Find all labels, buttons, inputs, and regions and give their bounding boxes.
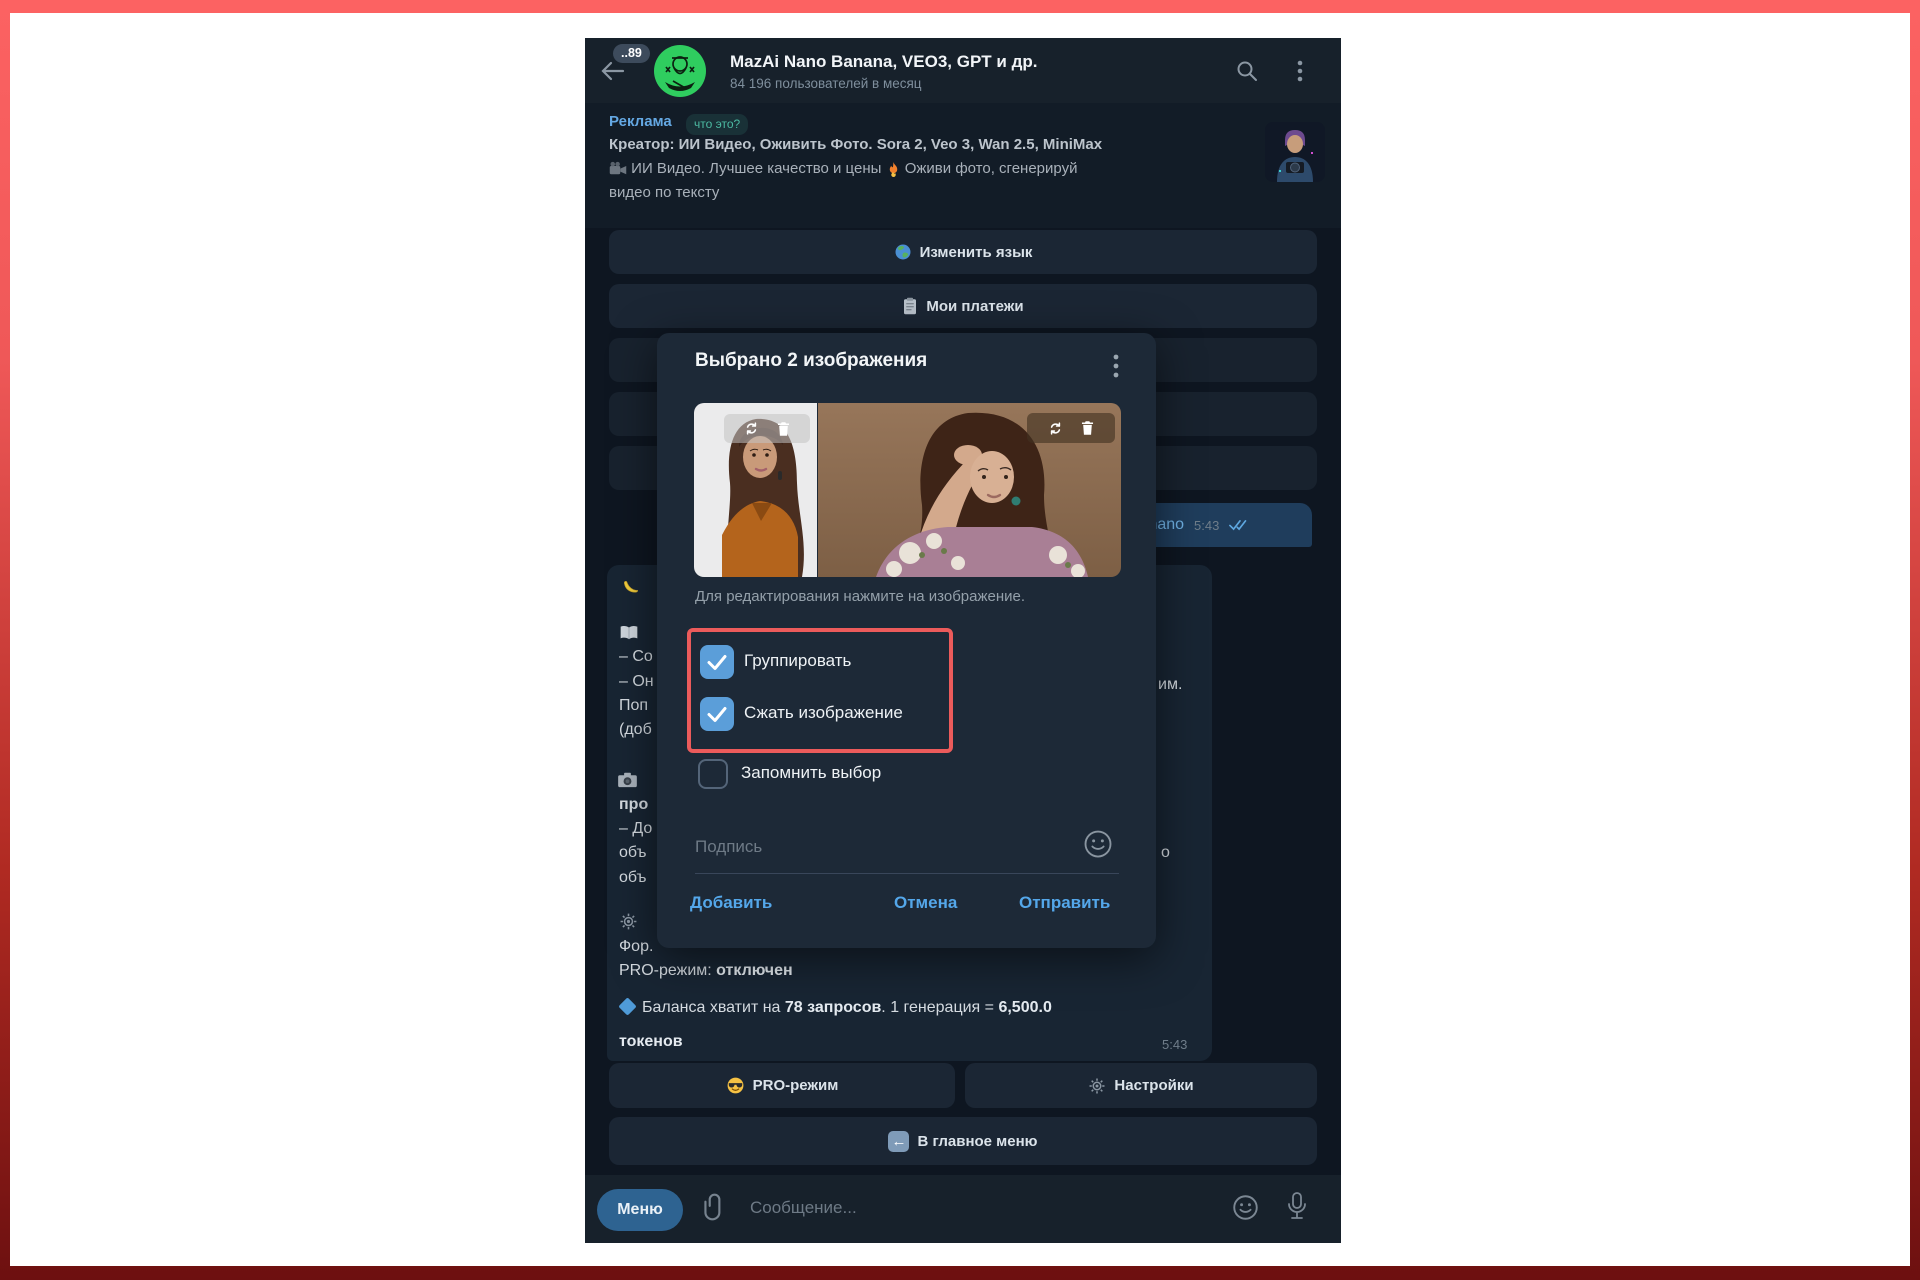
sunglasses-emoji-icon — [726, 1076, 745, 1095]
search-icon[interactable] — [1235, 59, 1259, 83]
keyboard-button-label: В главное меню — [917, 1133, 1037, 1150]
keyboard-button-label: Изменить язык — [920, 244, 1033, 261]
attach-icon[interactable] — [701, 1192, 727, 1222]
gear-fragment-icon — [619, 912, 657, 931]
caption-underline — [695, 873, 1119, 874]
keyboard-button-change-language[interactable]: Изменить язык — [609, 230, 1317, 274]
checkbox-remember[interactable] — [698, 759, 728, 789]
message-fragment: Фор. — [619, 938, 657, 956]
message-fragment: про — [619, 796, 657, 814]
gear-icon — [1088, 1077, 1106, 1095]
send-button[interactable]: Отправить — [1019, 893, 1110, 913]
header-menu-icon[interactable] — [1297, 59, 1303, 83]
message-time: 5:43 — [1162, 1037, 1187, 1052]
message-time: 5:43 — [1194, 518, 1219, 533]
keyboard-button-settings[interactable]: Настройки — [965, 1063, 1317, 1108]
keyboard-button-pro-mode[interactable]: PRO-режим — [609, 1063, 955, 1108]
message-fragment: (доб — [619, 721, 657, 739]
message-fragment: объ — [619, 869, 657, 887]
caption-emoji-icon[interactable] — [1083, 829, 1113, 859]
ad-text-line3: видео по тексту — [609, 184, 719, 201]
blue-diamond-icon — [618, 998, 636, 1016]
page-background: ..89 MazAi Nano Banana, VEO3, GPT и др. … — [10, 13, 1910, 1266]
message-composer: Меню Сообщение... — [585, 1175, 1341, 1243]
keyboard-button-my-payments[interactable]: Мои платежи — [609, 284, 1317, 328]
message-input[interactable]: Сообщение... — [750, 1198, 857, 1218]
keyboard-button-label: PRO-режим — [753, 1077, 839, 1094]
keyboard-button-label: Настройки — [1114, 1077, 1193, 1094]
telegram-window: ..89 MazAi Nano Banana, VEO3, GPT и др. … — [585, 38, 1341, 1243]
ad-thumbnail[interactable] — [1265, 122, 1325, 182]
image-1-actions — [724, 414, 810, 443]
delete-image-icon[interactable] — [776, 421, 791, 437]
swap-image-icon[interactable] — [743, 420, 760, 437]
sponsored-message[interactable]: Реклама что это? Креатор: ИИ Видео, Ожив… — [585, 103, 1341, 228]
balance-line-2: токенов — [619, 1033, 683, 1051]
ad-what-is-it-badge[interactable]: что это? — [686, 114, 748, 135]
edit-hint: Для редактирования нажмите на изображени… — [695, 588, 1025, 605]
annotation-highlight-rectangle — [687, 628, 953, 753]
caption-input[interactable]: Подпись — [695, 837, 762, 857]
globe-icon — [894, 243, 912, 261]
book-icon — [619, 624, 657, 641]
keyboard-button-main-menu[interactable]: ← В главное меню — [609, 1117, 1317, 1165]
delete-image-icon[interactable] — [1080, 420, 1095, 436]
ad-label: Реклама — [609, 113, 672, 130]
checkbox-remember-label[interactable]: Запомнить выбор — [741, 763, 881, 783]
balance-line: Баланса хватит на 78 запросов. 1 генерац… — [619, 999, 1052, 1017]
chat-subtitle: 84 196 пользователей в месяц — [730, 76, 922, 91]
bot-avatar[interactable] — [654, 45, 706, 97]
emoji-icon[interactable] — [1232, 1194, 1259, 1221]
banana-icon — [621, 578, 659, 598]
ad-text-line2: ИИ Видео. Лучшее качество и цены Оживи ф… — [609, 160, 1249, 178]
decorative-frame: ..89 MazAi Nano Banana, VEO3, GPT и др. … — [0, 0, 1920, 1280]
message-fragment: – До — [619, 820, 657, 838]
image-2-actions — [1027, 413, 1115, 443]
add-button[interactable]: Добавить — [690, 893, 772, 913]
double-check-icon — [1229, 519, 1251, 531]
message-fragment: – Со — [619, 648, 657, 666]
movie-camera-icon — [609, 161, 627, 177]
cancel-button[interactable]: Отмена — [894, 893, 957, 913]
pro-mode-status-line: PRO-режим: отключен — [619, 962, 793, 980]
menu-button-label: Меню — [617, 1201, 663, 1219]
message-fragment: – Он — [619, 673, 657, 691]
message-fragment: объ — [619, 844, 657, 862]
chat-title: MazAi Nano Banana, VEO3, GPT и др. — [730, 52, 1037, 72]
clipboard-icon — [902, 297, 918, 315]
back-arrow-emoji-icon: ← — [888, 1131, 909, 1152]
dialog-menu-icon[interactable] — [1113, 353, 1119, 379]
message-fragment: Поп — [619, 697, 657, 715]
outgoing-message-bubble: /nano 5:43 — [1132, 503, 1312, 547]
camera-icon — [617, 771, 655, 788]
message-fragment: им. — [1158, 676, 1182, 694]
unread-badge: ..89 — [613, 44, 650, 63]
menu-button[interactable]: Меню — [597, 1189, 683, 1231]
fire-icon — [886, 161, 901, 178]
keyboard-button-label: Мои платежи — [926, 298, 1023, 315]
ad-text-line1: Креатор: ИИ Видео, Оживить Фото. Sora 2,… — [609, 136, 1249, 153]
dialog-title: Выбрано 2 изображения — [695, 350, 927, 372]
message-fragment: о — [1161, 844, 1170, 862]
microphone-icon[interactable] — [1285, 1191, 1309, 1223]
swap-image-icon[interactable] — [1047, 420, 1064, 437]
chat-header: ..89 MazAi Nano Banana, VEO3, GPT и др. … — [585, 38, 1341, 103]
